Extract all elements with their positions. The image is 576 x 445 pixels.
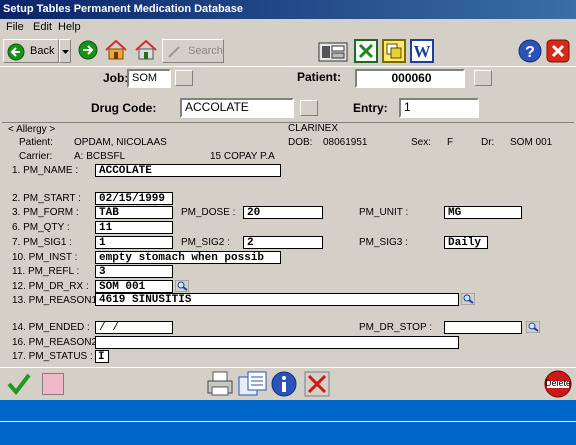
pm-qty-field[interactable]: 11 [95,221,173,234]
job-field[interactable]: SOM [127,69,171,88]
patient-field[interactable]: 000060 [355,69,465,88]
pm-qty-label: 6. PM_QTY : [12,222,70,233]
menu-bar: File Edit Help [0,19,576,36]
allergy-value: CLARINEX [288,123,339,134]
sex-value: F [447,137,454,148]
window-title: Setup Tables Permanent Medication Databa… [0,0,576,19]
patient-label: Patient: [297,70,342,84]
back-dropdown-button[interactable] [59,39,71,63]
pm-sig1-field[interactable]: 1 [95,236,173,249]
search-icon [168,46,180,58]
cancel-x-icon[interactable] [304,371,330,397]
job-label: Job: [103,71,129,85]
home-exit-icon[interactable] [134,39,158,61]
fax-icon[interactable] [318,39,348,63]
svg-text:W: W [414,42,431,61]
pm-dose-field[interactable]: 20 [243,206,323,219]
dr-rx-search-icon[interactable] [175,280,189,292]
allergy-tab[interactable]: < Allergy > [8,124,55,135]
bottom-toolbar: Delete [0,367,576,401]
pm-ended-label: 14. PM_ENDED : [12,322,90,333]
pm-unit-label: PM_UNIT : [359,207,409,218]
pm-unit-field[interactable]: MG [444,206,522,219]
pm-name-field[interactable]: ACCOLATE [95,164,281,177]
pm-dr-stop-label: PM_DR_STOP : [359,322,432,333]
job-lookup-button[interactable] [175,70,193,86]
dr-label: Dr: [481,137,495,148]
pm-sig3-label: PM_SIG3 : [359,237,408,248]
help-icon[interactable]: ? [518,39,542,63]
patient-info-label: Patient: [19,137,53,148]
pm-sig2-field[interactable]: 2 [243,236,323,249]
reason1-search-icon[interactable] [461,293,475,305]
menu-help[interactable]: Help [58,21,81,33]
pm-inst-field[interactable]: empty stomach when possib [95,251,281,264]
pm-refl-field[interactable]: 3 [95,265,173,278]
copay-value: 15 COPAY P.A [210,151,275,162]
pm-name-label: 1. PM_NAME : [12,165,79,176]
pm-sig1-label: 7. PM_SIG1 : [12,237,73,248]
back-button[interactable]: Back [3,39,59,63]
pm-status-field[interactable]: I [95,350,109,363]
drug-code-label: Drug Code: [91,101,157,115]
dob-label: DOB: [288,137,313,148]
footer-status-area [0,400,576,445]
copy-records-icon[interactable] [238,371,268,397]
pm-start-field[interactable]: 02/15/1999 [95,192,173,205]
search-button[interactable]: Search [162,39,224,63]
carrier-label: Carrier: [19,151,53,162]
drug-code-lookup-button[interactable] [300,100,318,116]
excel-icon[interactable] [354,39,378,63]
entry-field[interactable]: 1 [399,98,479,118]
publisher-icon[interactable] [382,39,406,63]
pm-sig3-field[interactable]: Daily [444,236,488,249]
pm-dr-rx-field[interactable]: SOM 001 [95,280,173,293]
pm-reason2-field[interactable] [95,336,459,349]
dr-value: SOM 001 [510,137,553,148]
pm-sig2-label: PM_SIG2 : [181,237,230,248]
pm-form-label: 3. PM_FORM : [12,207,79,218]
pm-dose-label: PM_DOSE : [181,207,236,218]
chevron-down-icon [62,50,69,54]
color-swatch[interactable] [42,373,64,395]
patient-lookup-button[interactable] [474,70,492,86]
word-icon[interactable]: W [410,39,434,63]
save-check-icon[interactable] [6,372,32,396]
pm-refl-label: 11. PM_REFL : [12,266,80,277]
carrier-value: A: BCBSFL [74,151,126,162]
sex-label: Sex: [411,137,432,148]
pm-start-label: 2. PM_START : [12,193,81,204]
pm-inst-label: 10. PM_INST : [12,252,78,263]
toolbar: Back Search W ? [0,36,576,67]
pm-status-label: 17. PM_STATUS : [12,351,93,362]
dr-stop-search-icon[interactable] [526,321,540,333]
home-icon[interactable] [104,39,128,61]
pm-reason1-field[interactable]: 4619 SINUSITIS [95,293,459,306]
pm-reason1-label: 13. PM_REASON1 [12,295,98,306]
footer-divider [0,421,576,422]
close-icon[interactable] [546,39,570,63]
delete-label: Delete [544,378,571,388]
drug-code-field[interactable]: ACCOLATE [180,98,294,118]
info-icon[interactable] [271,371,297,397]
svg-text:?: ? [525,44,535,61]
printer-icon[interactable] [206,371,234,397]
forward-arrow-icon[interactable] [78,40,98,60]
entry-label: Entry: [353,101,388,115]
back-arrow-icon [7,43,25,61]
patient-name: OPDAM, NICOLAAS [74,137,167,148]
pm-dr-rx-label: 12. PM_DR_RX : [12,281,89,292]
pm-reason2-label: 16. PM_REASON2 [12,337,98,348]
dob-value: 08061951 [323,137,368,148]
menu-file[interactable]: File [6,21,24,33]
menu-edit[interactable]: Edit [33,21,52,33]
pm-dr-stop-field[interactable] [444,321,522,334]
pm-form-field[interactable]: TAB [95,206,173,219]
pm-ended-field[interactable]: / / [95,321,173,334]
